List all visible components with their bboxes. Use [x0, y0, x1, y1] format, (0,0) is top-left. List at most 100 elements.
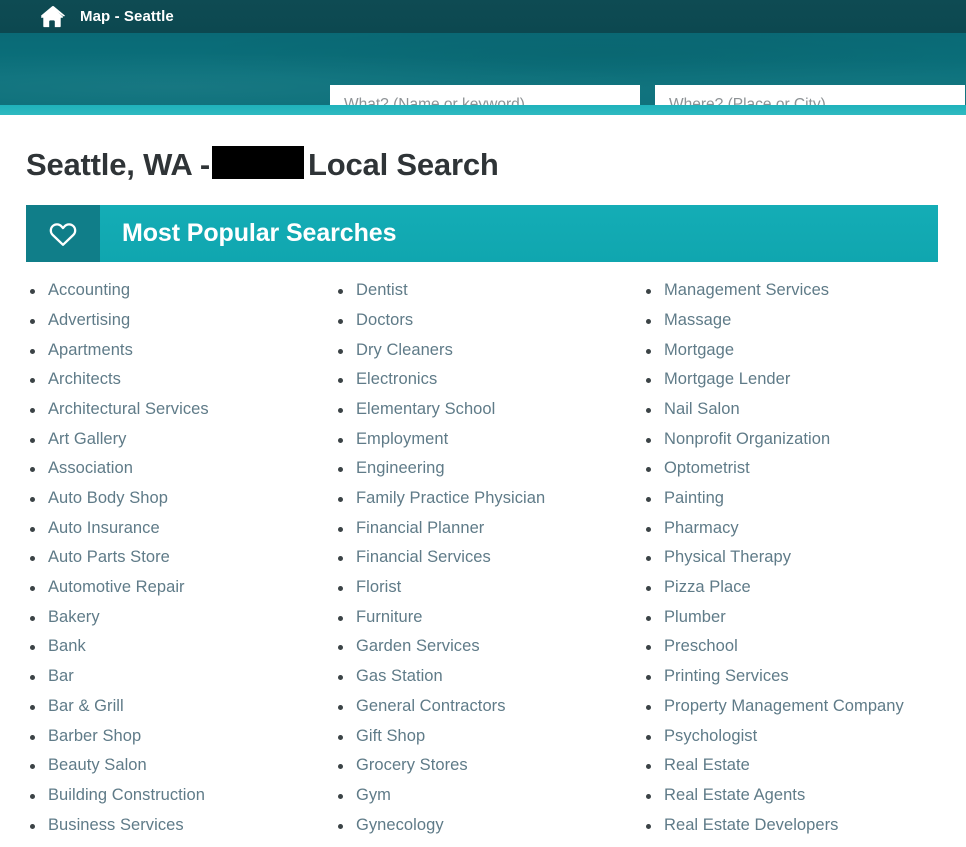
list-item[interactable]: Electronics	[334, 365, 642, 395]
category-link[interactable]: Gynecology	[356, 816, 444, 834]
category-link[interactable]: Accounting	[48, 281, 130, 299]
list-item[interactable]: Apartments	[26, 336, 334, 366]
category-link[interactable]: Gas Station	[356, 667, 443, 685]
category-link[interactable]: Family Practice Physician	[356, 489, 545, 507]
category-link[interactable]: Elementary School	[356, 400, 495, 418]
list-item[interactable]: Physical Therapy	[642, 543, 966, 573]
category-link[interactable]: Mortgage	[664, 341, 734, 359]
category-link[interactable]: Automotive Repair	[48, 578, 185, 596]
list-item[interactable]: Financial Planner	[334, 514, 642, 544]
list-item[interactable]: Optometrist	[642, 454, 966, 484]
category-link[interactable]: Dry Cleaners	[356, 341, 453, 359]
list-item[interactable]: Mortgage Lender	[642, 365, 966, 395]
list-item[interactable]: Real Estate Agents	[642, 781, 966, 811]
list-item[interactable]: General Contractors	[334, 692, 642, 722]
category-link[interactable]: General Contractors	[356, 697, 506, 715]
list-item[interactable]: Doctors	[334, 306, 642, 336]
category-link[interactable]: Employment	[356, 430, 448, 448]
category-link[interactable]: Auto Insurance	[48, 519, 160, 537]
list-item[interactable]: Bakery	[26, 603, 334, 633]
list-item[interactable]: Barber Shop	[26, 722, 334, 752]
category-link[interactable]: Electronics	[356, 370, 437, 388]
category-link[interactable]: Bar & Grill	[48, 697, 124, 715]
category-link[interactable]: Florist	[356, 578, 401, 596]
category-link[interactable]: Nonprofit Organization	[664, 430, 830, 448]
category-link[interactable]: Architectural Services	[48, 400, 209, 418]
category-link[interactable]: Preschool	[664, 637, 738, 655]
category-link[interactable]: Art Gallery	[48, 430, 126, 448]
category-link[interactable]: Engineering	[356, 459, 445, 477]
list-item[interactable]: Gym	[334, 781, 642, 811]
category-link[interactable]: Psychologist	[664, 727, 757, 745]
list-item[interactable]: Accounting	[26, 276, 334, 306]
list-item[interactable]: Furniture	[334, 603, 642, 633]
list-item[interactable]: Building Construction	[26, 781, 334, 811]
list-item[interactable]: Advertising	[26, 306, 334, 336]
category-link[interactable]: Optometrist	[664, 459, 750, 477]
category-link[interactable]: Auto Parts Store	[48, 548, 170, 566]
list-item[interactable]: Real Estate Developers	[642, 811, 966, 841]
list-item[interactable]: Architectural Services	[26, 395, 334, 425]
list-item[interactable]: Bar & Grill	[26, 692, 334, 722]
list-item[interactable]: Gynecology	[334, 811, 642, 841]
category-link[interactable]: Garden Services	[356, 637, 480, 655]
list-item[interactable]: Painting	[642, 484, 966, 514]
category-link[interactable]: Auto Body Shop	[48, 489, 168, 507]
category-link[interactable]: Financial Planner	[356, 519, 484, 537]
category-link[interactable]: Grocery Stores	[356, 756, 468, 774]
list-item[interactable]: Management Services	[642, 276, 966, 306]
list-item[interactable]: Printing Services	[642, 662, 966, 692]
search-where-input[interactable]	[655, 85, 965, 105]
category-link[interactable]: Advertising	[48, 311, 130, 329]
list-item[interactable]: Bank	[26, 632, 334, 662]
list-item[interactable]: Elementary School	[334, 395, 642, 425]
list-item[interactable]: Florist	[334, 573, 642, 603]
category-link[interactable]: Business Services	[48, 816, 184, 834]
category-link[interactable]: Printing Services	[664, 667, 789, 685]
category-link[interactable]: Real Estate Developers	[664, 816, 838, 834]
category-link[interactable]: Financial Services	[356, 548, 491, 566]
category-link[interactable]: Management Services	[664, 281, 829, 299]
list-item[interactable]: Dentist	[334, 276, 642, 306]
category-link[interactable]: Barber Shop	[48, 727, 141, 745]
category-link[interactable]: Building Construction	[48, 786, 205, 804]
list-item[interactable]: Financial Services	[334, 543, 642, 573]
list-item[interactable]: Plumber	[642, 603, 966, 633]
list-item[interactable]: Real Estate	[642, 751, 966, 781]
list-item[interactable]: Bar	[26, 662, 334, 692]
list-item[interactable]: Massage	[642, 306, 966, 336]
category-link[interactable]: Bank	[48, 637, 86, 655]
category-link[interactable]: Association	[48, 459, 133, 477]
list-item[interactable]: Gas Station	[334, 662, 642, 692]
category-link[interactable]: Real Estate Agents	[664, 786, 805, 804]
category-link[interactable]: Nail Salon	[664, 400, 740, 418]
list-item[interactable]: Association	[26, 454, 334, 484]
list-item[interactable]: Nonprofit Organization	[642, 425, 966, 455]
category-link[interactable]: Gym	[356, 786, 391, 804]
list-item[interactable]: Property Management Company	[642, 692, 966, 722]
list-item[interactable]: Employment	[334, 425, 642, 455]
category-link[interactable]: Massage	[664, 311, 731, 329]
category-link[interactable]: Property Management Company	[664, 697, 904, 715]
category-link[interactable]: Apartments	[48, 341, 133, 359]
list-item[interactable]: Architects	[26, 365, 334, 395]
list-item[interactable]: Auto Body Shop	[26, 484, 334, 514]
list-item[interactable]: Pharmacy	[642, 514, 966, 544]
list-item[interactable]: Psychologist	[642, 722, 966, 752]
list-item[interactable]: Nail Salon	[642, 395, 966, 425]
list-item[interactable]: Auto Insurance	[26, 514, 334, 544]
list-item[interactable]: Garden Services	[334, 632, 642, 662]
list-item[interactable]: Engineering	[334, 454, 642, 484]
category-link[interactable]: Architects	[48, 370, 121, 388]
search-what-input[interactable]	[330, 85, 640, 105]
category-link[interactable]: Doctors	[356, 311, 413, 329]
category-link[interactable]: Pharmacy	[664, 519, 739, 537]
list-item[interactable]: Family Practice Physician	[334, 484, 642, 514]
category-link[interactable]: Dentist	[356, 281, 408, 299]
category-link[interactable]: Real Estate	[664, 756, 750, 774]
category-link[interactable]: Bakery	[48, 608, 100, 626]
category-link[interactable]: Gift Shop	[356, 727, 425, 745]
category-link[interactable]: Mortgage Lender	[664, 370, 790, 388]
list-item[interactable]: Grocery Stores	[334, 751, 642, 781]
category-link[interactable]: Bar	[48, 667, 74, 685]
